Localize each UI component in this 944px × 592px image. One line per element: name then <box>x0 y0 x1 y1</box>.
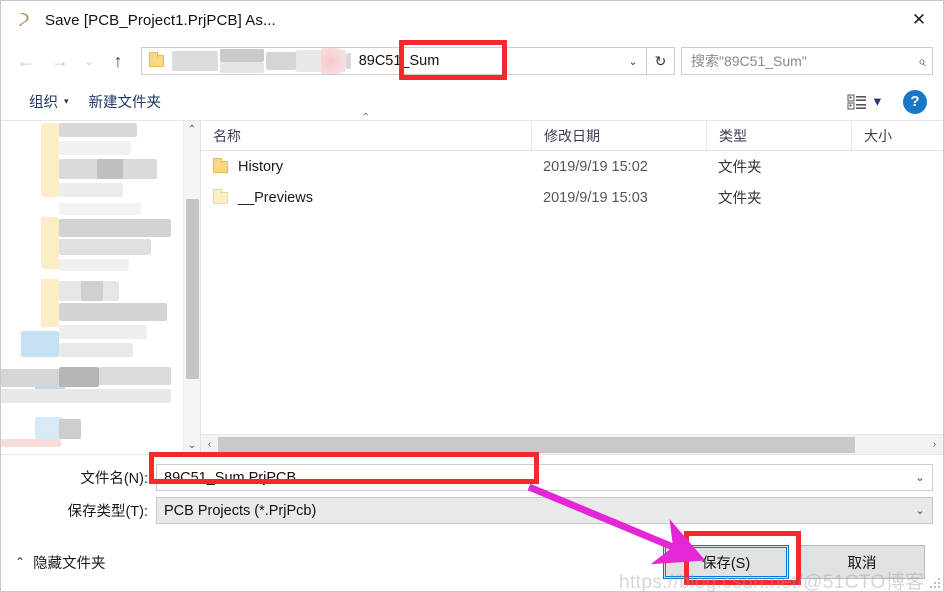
file-name-cell[interactable]: History <box>201 157 531 175</box>
file-list-horizontal-scrollbar[interactable]: ‹ › <box>201 434 943 454</box>
chevron-up-icon: ⌃ <box>15 555 26 569</box>
column-label-size: 大小 <box>864 127 892 144</box>
filename-input[interactable]: 89C51_Sum.PrjPCB ⌄ <box>156 464 933 491</box>
navpane-scrollbar[interactable]: ⌃ ⌄ <box>183 121 200 454</box>
save-form: 文件名(N): 89C51_Sum.PrjPCB ⌄ 保存类型(T): PCB … <box>1 454 943 529</box>
filetype-label: 保存类型(T): <box>67 504 148 520</box>
dialog-actions: ⌃ 隐藏文件夹 保存(S) 取消 <box>1 529 943 591</box>
file-type-cell: 文件夹 <box>718 191 762 207</box>
chevron-down-icon: ▾ <box>64 96 69 106</box>
file-date-cell: 2019/9/19 15:03 <box>543 189 648 206</box>
new-folder-button[interactable]: 新建文件夹 <box>79 88 172 116</box>
filename-value: 89C51_Sum.PrjPCB <box>164 469 297 486</box>
up-icon[interactable]: ↑ <box>101 46 135 76</box>
save-button[interactable]: 保存(S) <box>663 545 789 579</box>
scroll-down-icon[interactable]: ⌄ <box>184 437 201 454</box>
search-input[interactable]: 搜索"89C51_Sum" ⌕ <box>681 47 933 75</box>
folder-icon <box>213 188 228 204</box>
column-header-name[interactable]: ⌃ 名称 <box>201 113 531 150</box>
back-icon[interactable]: ← <box>9 46 43 76</box>
column-label-name: 名称 <box>213 127 241 144</box>
save-as-dialog: Save [PCB_Project1.PrjPCB] As... ✕ ← → ⌄… <box>0 0 944 592</box>
page-title: Save [PCB_Project1.PrjPCB] As... <box>45 11 276 29</box>
column-header-size[interactable]: 大小 <box>851 121 943 150</box>
recent-locations-icon[interactable]: ⌄ <box>77 46 101 76</box>
folder-icon <box>142 48 170 74</box>
file-list-pane: ⌃ 名称 修改日期 类型 大小 History 2019/9/19 15:02 … <box>201 113 943 454</box>
filename-row: 文件名(N): 89C51_Sum.PrjPCB ⌄ <box>11 463 933 492</box>
filetype-row: 保存类型(T): PCB Projects (*.PrjPcb) ⌄ <box>11 496 933 525</box>
search-placeholder: 搜索"89C51_Sum" <box>691 53 807 69</box>
button-group: 保存(S) 取消 <box>663 545 933 579</box>
list-view-icon[interactable] <box>844 91 870 113</box>
chevron-down-icon[interactable]: ⌄ <box>908 504 932 517</box>
current-folder-name[interactable]: 89C51_Sum <box>351 48 620 74</box>
column-header-date[interactable]: 修改日期 <box>531 121 706 150</box>
scroll-up-icon[interactable]: ⌃ <box>184 121 201 138</box>
scroll-left-icon[interactable]: ‹ <box>201 436 218 454</box>
altium-icon <box>13 9 35 31</box>
folder-icon <box>213 157 228 173</box>
filetype-select[interactable]: PCB Projects (*.PrjPcb) ⌄ <box>156 497 933 524</box>
file-name-label: __Previews <box>238 189 313 206</box>
chevron-down-icon[interactable]: ⌄ <box>908 471 932 484</box>
hide-folders-toggle[interactable]: ⌃ 隐藏文件夹 <box>15 552 106 573</box>
dialog-body: ⌃ ⌄ ⌃ 名称 修改日期 类型 大小 History 2019/9/19 15… <box>1 113 943 454</box>
navigation-pane[interactable]: ⌃ ⌄ <box>1 121 201 454</box>
file-date-cell: 2019/9/19 15:02 <box>543 158 648 175</box>
scroll-right-icon[interactable]: › <box>926 436 943 454</box>
breadcrumb[interactable]: 89C51_Sum ⌄ <box>141 47 647 75</box>
scrollbar-track[interactable] <box>218 436 926 454</box>
file-name-label: History <box>238 158 284 175</box>
file-type-cell: 文件夹 <box>718 160 762 176</box>
column-label-date: 修改日期 <box>544 127 600 144</box>
hide-folders-label: 隐藏文件夹 <box>33 555 106 572</box>
resize-grip[interactable] <box>928 576 940 588</box>
address-bar: ← → ⌄ ↑ 89C51_Sum ⌄ ↻ 搜索"89C51_Sum" ⌕ <box>1 39 943 83</box>
forward-icon[interactable]: → <box>43 46 77 76</box>
organize-button[interactable]: 组织 ▾ <box>19 88 79 116</box>
file-list[interactable]: History 2019/9/19 15:02 文件夹 __Previews 2… <box>201 151 943 434</box>
filename-label: 文件名(N): <box>80 471 148 487</box>
column-header-type[interactable]: 类型 <box>706 121 851 150</box>
scrollbar-thumb[interactable] <box>186 199 199 379</box>
view-options-caret[interactable]: ▾ <box>870 88 887 116</box>
search-icon: ⌕ <box>918 52 926 69</box>
scrollbar-thumb[interactable] <box>218 436 856 453</box>
help-button[interactable]: ? <box>903 89 927 114</box>
column-headers: ⌃ 名称 修改日期 类型 大小 <box>201 113 943 151</box>
breadcrumb-redacted <box>170 48 351 74</box>
filetype-value: PCB Projects (*.PrjPcb) <box>164 502 317 519</box>
table-row[interactable]: History 2019/9/19 15:02 文件夹 <box>201 151 943 182</box>
sort-ascending-icon: ⌃ <box>361 112 371 123</box>
table-row[interactable]: __Previews 2019/9/19 15:03 文件夹 <box>201 182 943 213</box>
cancel-button[interactable]: 取消 <box>799 545 925 579</box>
title-bar: Save [PCB_Project1.PrjPCB] As... ✕ <box>1 1 943 39</box>
column-label-type: 类型 <box>719 127 747 144</box>
file-name-cell[interactable]: __Previews <box>201 188 531 206</box>
refresh-icon[interactable]: ↻ <box>647 47 675 75</box>
close-icon[interactable]: ✕ <box>895 1 943 39</box>
chevron-down-icon[interactable]: ⌄ <box>620 48 646 74</box>
organize-label: 组织 <box>29 95 58 111</box>
